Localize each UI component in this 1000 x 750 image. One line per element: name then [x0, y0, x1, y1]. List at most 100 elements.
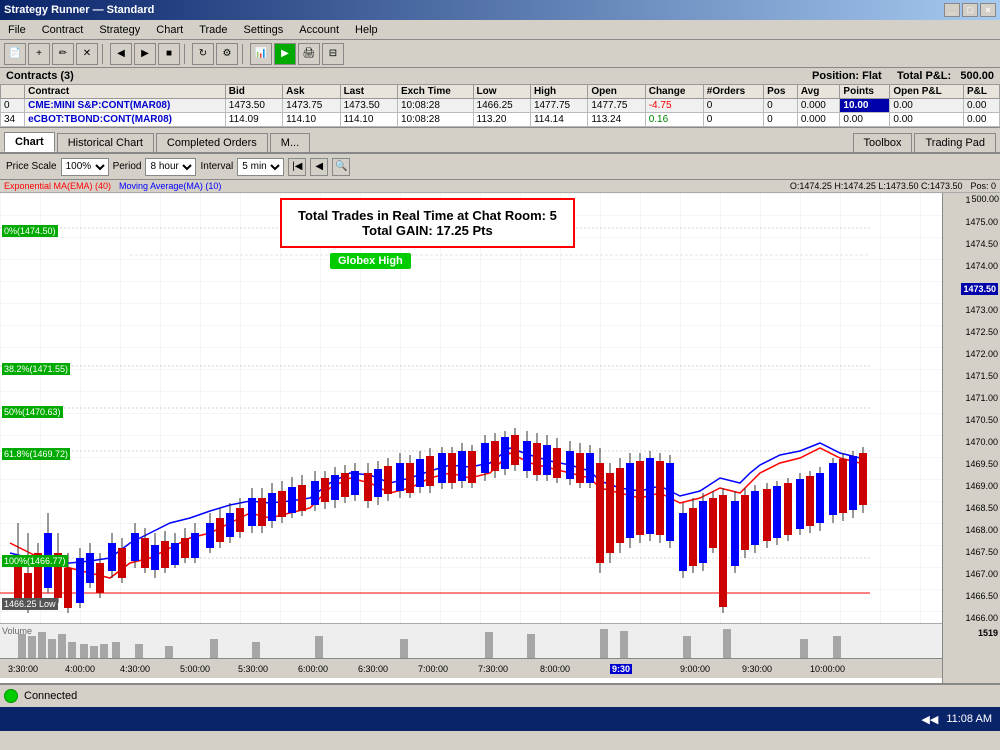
menu-contract[interactable]: Contract [38, 22, 88, 38]
run-button[interactable]: ▶ [274, 43, 296, 65]
time-label-1: 4:00:00 [65, 664, 95, 674]
delete-button[interactable]: ✕ [76, 43, 98, 65]
cell-open-pl: 0.00 [890, 99, 964, 113]
contracts-table: Contract Bid Ask Last Exch Time Low High… [0, 84, 1000, 127]
price-1466: 1466.00 [965, 613, 998, 623]
cell-points: 0.00 [840, 113, 890, 127]
volume-label: Volume [2, 626, 32, 636]
menu-account[interactable]: Account [295, 22, 343, 38]
col-high: High [530, 85, 587, 99]
fib-618: 61.8%(1469.72) [2, 448, 70, 460]
nav-zoom-button[interactable]: 🔍 [332, 158, 350, 176]
cell-open-pl: 0.00 [890, 113, 964, 127]
title-controls[interactable]: _ □ × [944, 3, 996, 17]
menu-chart[interactable]: Chart [152, 22, 187, 38]
cell-bid: 114.09 [225, 113, 282, 127]
price-scale-select[interactable]: 100% [61, 158, 109, 176]
col-open: Open [588, 85, 645, 99]
edit-button[interactable]: ✏ [52, 43, 74, 65]
tab-toolbox[interactable]: Toolbox [853, 133, 913, 152]
price-1473-50: 1473.50 [961, 283, 998, 295]
cell-low: 1466.25 [473, 99, 530, 113]
col-orders: #Orders [703, 85, 763, 99]
time-axis: 3:30:00 4:00:00 4:30:00 5:00:00 5:30:00 … [0, 658, 942, 678]
price-1472: 1472.00 [965, 349, 998, 359]
system-tray: ◀◀ 11:08 AM [0, 707, 1000, 731]
ma-label: Moving Average(MA) (10) [119, 181, 221, 191]
time-label-9: 8:00:00 [540, 664, 570, 674]
chart-info-bar: Exponential MA(EMA) (40) Moving Average(… [0, 180, 1000, 193]
cell-avg: 0.000 [797, 113, 840, 127]
tab-trading-pad[interactable]: Trading Pad [914, 133, 996, 152]
play-button[interactable]: ▶ [134, 43, 156, 65]
price-scale-label: Price Scale [6, 161, 57, 172]
time-label-8: 7:30:00 [478, 664, 508, 674]
cell-orders: 0 [703, 113, 763, 127]
tab-historical-chart[interactable]: Historical Chart [57, 133, 154, 152]
price-top: 500.00 [970, 193, 1000, 205]
cell-ask: 114.10 [283, 113, 340, 127]
col-contract: Contract [25, 85, 226, 99]
price-1467: 1467.00 [965, 569, 998, 579]
tab-chart[interactable]: Chart [4, 132, 55, 152]
menu-help[interactable]: Help [351, 22, 382, 38]
chart-svg [0, 193, 942, 623]
nav-first-button[interactable]: |◀ [288, 158, 306, 176]
sep3 [242, 44, 246, 64]
col-exch-time: Exch Time [397, 85, 473, 99]
period-select[interactable]: 8 hour [145, 158, 196, 176]
time-label-3: 5:00:00 [180, 664, 210, 674]
price-1471-50: 1471.50 [965, 371, 998, 381]
fib-100: 100%(1466.77) [2, 555, 68, 567]
ohlc-info: O:1474.25 H:1474.25 L:1473.50 C:1473.50 [790, 181, 963, 191]
price-scale: 1475.50 1475.00 1474.50 1474.00 1473.50 … [942, 193, 1000, 683]
interval-select[interactable]: 5 min [237, 158, 284, 176]
price-1467-50: 1467.50 [965, 547, 998, 557]
tray-clock: 11:08 AM [946, 713, 992, 725]
menu-trade[interactable]: Trade [195, 22, 231, 38]
price-1472-50: 1472.50 [965, 327, 998, 337]
cell-change: 0.16 [645, 113, 703, 127]
tab-m[interactable]: M... [270, 133, 310, 152]
time-label-10: 9:00:00 [680, 664, 710, 674]
price-1469: 1469.00 [965, 481, 998, 491]
price-1470: 1470.00 [965, 437, 998, 447]
interval-label: Interval [200, 161, 233, 172]
col-bid: Bid [225, 85, 282, 99]
contracts-title: Contracts (3) [6, 70, 74, 82]
settings-button[interactable]: ⚙ [216, 43, 238, 65]
window-button[interactable]: ⊟ [322, 43, 344, 65]
cell-exch-time: 10:08:28 [397, 99, 473, 113]
menu-strategy[interactable]: Strategy [95, 22, 144, 38]
close-button[interactable]: × [980, 3, 996, 17]
refresh-button[interactable]: ↻ [192, 43, 214, 65]
col-last: Last [340, 85, 397, 99]
price-1473: 1473.00 [965, 305, 998, 315]
table-row[interactable]: 34 eCBOT:TBOND:CONT(MAR08) 114.09 114.10… [1, 113, 1000, 127]
position-info: Position: Flat Total P&L: 500.00 [812, 70, 994, 82]
price-1470-50: 1470.50 [965, 415, 998, 425]
menu-settings[interactable]: Settings [240, 22, 288, 38]
cell-pl: 0.00 [963, 113, 999, 127]
table-row[interactable]: 0 CME:MINI S&P:CONT(MAR08) 1473.50 1473.… [1, 99, 1000, 113]
nav-prev-button[interactable]: ◀ [310, 158, 328, 176]
prev-button[interactable]: ◀ [110, 43, 132, 65]
chart-button[interactable]: 📊 [250, 43, 272, 65]
col-pl: P&L [963, 85, 999, 99]
pos-info: Pos: 0 [970, 181, 996, 191]
minimize-button[interactable]: _ [944, 3, 960, 17]
connected-indicator [4, 689, 18, 703]
contracts-header: Contracts (3) Position: Flat Total P&L: … [0, 68, 1000, 84]
chart-main[interactable]: Total Trades in Real Time at Chat Room: … [0, 193, 942, 683]
menu-file[interactable]: File [4, 22, 30, 38]
connected-label: Connected [24, 690, 77, 702]
tab-completed-orders[interactable]: Completed Orders [156, 133, 268, 152]
price-1474: 1474.00 [965, 261, 998, 271]
stop-button[interactable]: ■ [158, 43, 180, 65]
fib-low: 1466.25 Low [2, 598, 58, 610]
table-header-row: Contract Bid Ask Last Exch Time Low High… [1, 85, 1000, 99]
maximize-button[interactable]: □ [962, 3, 978, 17]
add-button[interactable]: + [28, 43, 50, 65]
new-button[interactable]: 📄 [4, 43, 26, 65]
print-button[interactable]: 🖨 [298, 43, 320, 65]
